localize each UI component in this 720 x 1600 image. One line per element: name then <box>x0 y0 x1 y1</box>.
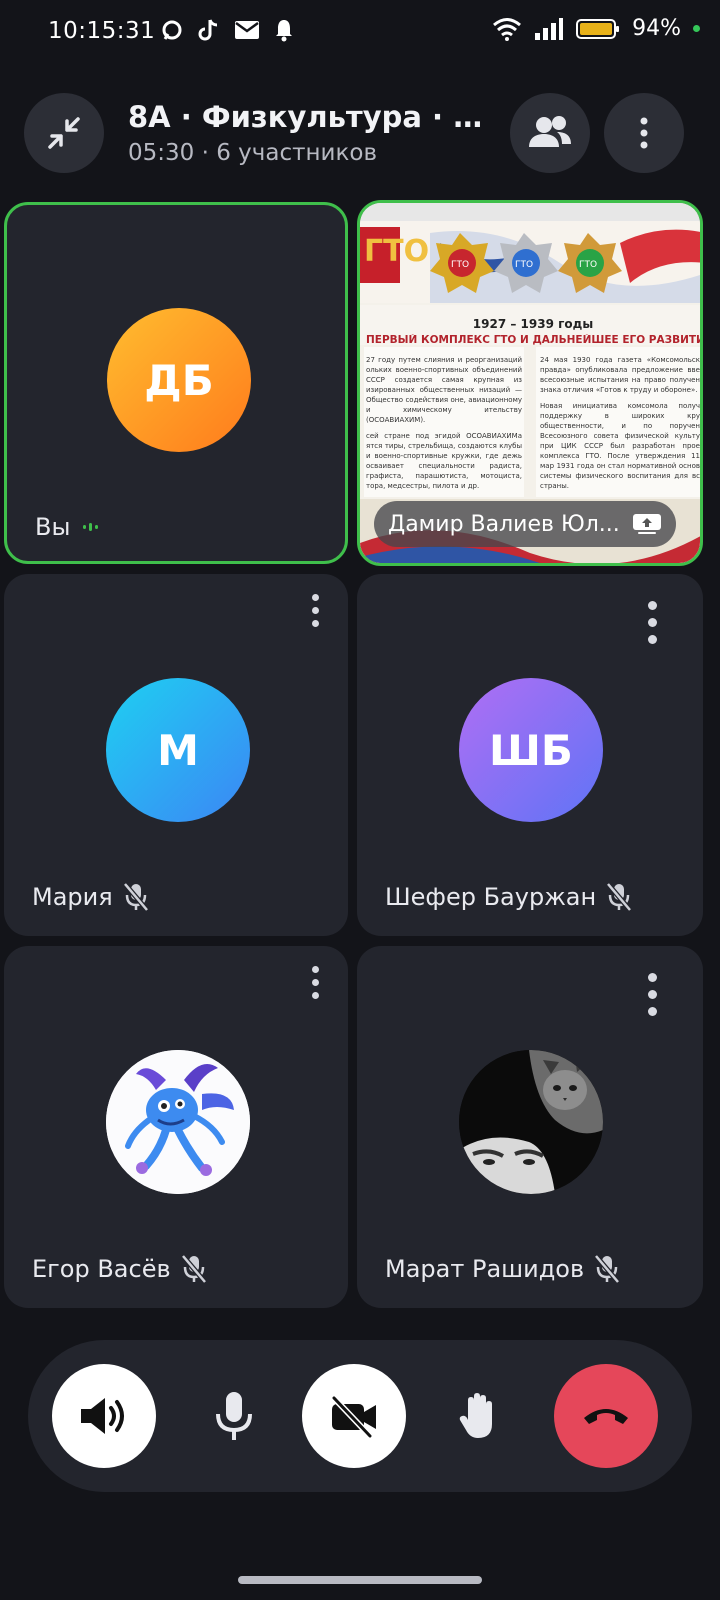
participant-tile[interactable]: Марат Рашидов <box>357 946 703 1308</box>
people-icon <box>529 116 571 147</box>
participant-menu-button[interactable] <box>300 952 330 1012</box>
photo-with-cat-icon <box>459 1050 603 1194</box>
mic-off-icon <box>594 1254 621 1284</box>
screen-share-label: Дамир Валиев Юл... <box>374 501 676 547</box>
svg-text:ГТО: ГТО <box>451 260 469 270</box>
avatar: М <box>106 678 250 822</box>
participant-menu-button[interactable] <box>637 592 667 652</box>
mic-off-icon <box>122 882 149 912</box>
participant-tile-self[interactable]: ДБ Вы <box>4 202 348 564</box>
participant-tile-screen-share[interactable]: ГТО ГТО ГТО ГТО 1927 – 1939 годы ПЕРВЫЙ … <box>357 200 703 566</box>
participant-tile[interactable]: Егор Васёв <box>4 946 348 1308</box>
participant-name-label: Мария <box>32 883 113 911</box>
privacy-indicator-dot <box>693 25 700 32</box>
signal-icon <box>535 17 564 40</box>
participant-name-label: Шефер Бауржан <box>385 883 597 911</box>
speaker-button[interactable] <box>52 1364 156 1468</box>
speaker-icon <box>81 1398 124 1434</box>
call-title: 8А · Физкультура · МБ... <box>128 100 488 134</box>
microphone-button[interactable] <box>194 1376 274 1456</box>
call-header: 8А · Физкультура · МБ... 05:30 · 6 участ… <box>0 90 720 176</box>
svg-text:ГТО: ГТО <box>515 260 533 270</box>
document-heading-years: 1927 – 1939 годы <box>472 317 594 331</box>
alien-creature-image-icon <box>106 1050 250 1194</box>
call-menu-button[interactable] <box>604 93 684 173</box>
tiktok-icon <box>198 19 218 41</box>
battery-icon <box>576 18 620 39</box>
battery-percent: 94% <box>632 16 681 41</box>
mic-off-icon <box>606 882 633 912</box>
participants-button[interactable] <box>510 93 590 173</box>
chat-icon <box>162 20 182 40</box>
microphone-icon <box>216 1392 252 1440</box>
svg-text:ГТО: ГТО <box>579 260 597 270</box>
system-icons: 94% <box>492 16 700 41</box>
more-vertical-icon <box>640 117 648 149</box>
participant-tile[interactable]: М Мария <box>4 574 348 936</box>
end-call-button[interactable] <box>554 1364 658 1468</box>
participant-name: Вы <box>35 513 102 541</box>
participant-menu-button[interactable] <box>300 580 330 640</box>
avatar-initials: ДБ <box>144 355 214 405</box>
participant-name: Марат Рашидов <box>385 1254 621 1284</box>
svg-text:ГТО: ГТО <box>364 234 429 269</box>
mail-icon <box>235 21 259 39</box>
call-control-bar <box>28 1340 692 1492</box>
participant-name-label: Егор Васёв <box>32 1255 171 1283</box>
raise-hand-button[interactable] <box>440 1376 520 1456</box>
avatar: ШБ <box>459 678 603 822</box>
status-bar: 10:15:31 94% <box>0 0 720 64</box>
document-col-left: 27 году путем слияния и реорганизаций ол… <box>366 356 522 490</box>
avatar: ДБ <box>107 308 251 452</box>
status-time: 10:15:31 <box>48 18 156 44</box>
hang-up-icon <box>584 1409 628 1424</box>
participant-tile[interactable]: ШБ Шефер Бауржан <box>357 574 703 936</box>
document-heading-title: ПЕРВЫЙ КОМПЛЕКС ГТО И ДАЛЬНЕЙШЕЕ ЕГО РАЗ… <box>366 334 703 346</box>
home-indicator[interactable] <box>238 1576 482 1584</box>
document-col-right: 24 мая 1930 года газета «Комсомольск пра… <box>540 356 700 490</box>
wifi-icon <box>493 17 522 41</box>
raise-hand-icon <box>459 1393 492 1438</box>
bell-icon <box>276 20 292 42</box>
participant-name: Шефер Бауржан <box>385 882 633 912</box>
avatar-image <box>106 1050 250 1194</box>
camera-off-icon <box>331 1395 376 1438</box>
speaking-indicator-icon <box>83 523 99 531</box>
participant-name-label: Марат Рашидов <box>385 1255 585 1283</box>
avatar-initials: М <box>157 725 199 775</box>
participant-name: Мария <box>32 882 149 912</box>
participant-name-label: Дамир Валиев Юл... <box>388 511 620 537</box>
avatar-image <box>459 1050 603 1194</box>
participant-name: Егор Васёв <box>32 1254 207 1284</box>
avatar-initials: ШБ <box>489 725 573 775</box>
notification-icons <box>160 18 294 42</box>
participant-name-label: Вы <box>35 513 71 541</box>
mic-off-icon <box>180 1254 207 1284</box>
minimize-call-button[interactable] <box>24 93 104 173</box>
participant-menu-button[interactable] <box>637 964 667 1024</box>
camera-toggle-button[interactable] <box>302 1364 406 1468</box>
collapse-icon <box>48 117 80 149</box>
call-subtitle: 05:30 · 6 участников <box>128 140 378 166</box>
screen-share-icon <box>632 514 661 534</box>
